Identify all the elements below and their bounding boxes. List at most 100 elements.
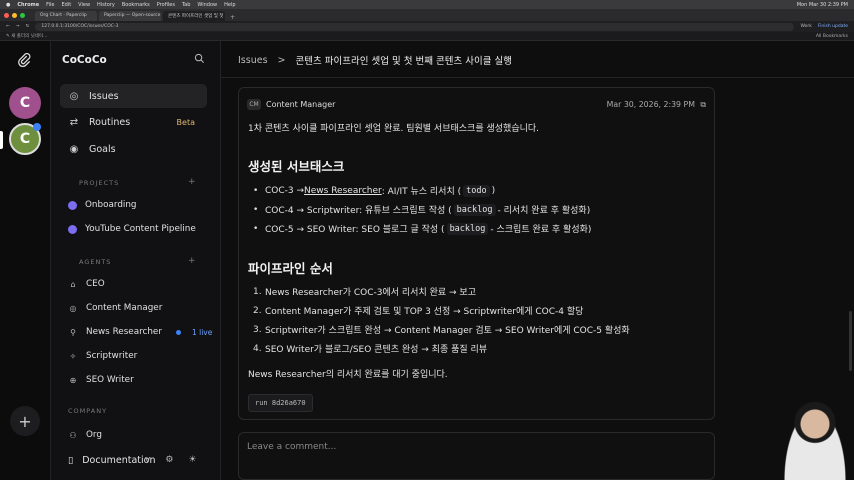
list-item: • COC-3 → News Researcher : AI/IT 뉴스 리서치… [253,184,495,197]
run-link-button[interactable]: run 8d26a670 [248,394,313,412]
close-window-button[interactable] [4,12,9,18]
documentation-link[interactable]: ▯ Documentation [68,455,155,466]
workspace-name[interactable]: CoCoCo [62,54,107,66]
live-indicator-dot [175,329,181,335]
add-company-button[interactable]: + [10,406,40,436]
zoom-window-button[interactable] [20,12,25,18]
list-item: 2. Content Manager가 주제 검토 및 TOP 3 선정 → Sc… [253,305,584,318]
live-badge: 1 live [191,327,213,337]
back-icon[interactable]: ← [6,24,10,29]
notification-dot [33,123,41,131]
sparkles-icon: ✧ [69,351,77,361]
step-text: Content Manager가 주제 검토 및 TOP 3 선정 → Scri… [265,307,584,317]
forward-icon[interactable]: → [16,24,20,29]
target-icon: ◉ [69,143,79,155]
menu-tab[interactable]: Tab [182,2,190,8]
subtask-text: COC-3 → [265,185,305,196]
step-text: News Researcher가 COC-3에서 리서치 완료 → 보고 [265,288,476,298]
project-label: YouTube Content Pipeline [85,224,196,234]
date-text: Mar 30, 2026, 2:39 PM [606,100,695,109]
copy-icon[interactable]: ⧉ [700,100,706,109]
bullet: • [253,185,259,196]
project-color-dot [68,200,77,210]
sidebar-item-issues[interactable]: ◎ Issues [60,84,207,108]
news-researcher-link[interactable]: News Researcher [304,186,382,196]
project-label: Onboarding [85,200,137,210]
agent-label: SEO Writer [86,375,134,385]
chevron-down-icon[interactable]: v [145,455,150,465]
search-icon[interactable] [194,53,205,67]
agent-label: CEO [86,279,105,289]
theme-toggle-icon[interactable]: ☀ [188,455,196,465]
browser-tab-active[interactable]: 콘텐츠 파이프라인 셋업 및 첫 번... [163,11,225,21]
comment-input[interactable]: Leave a comment... [238,432,715,480]
sidebar-item-agent-seo-writer[interactable]: ⊕ SEO Writer [68,375,218,385]
menu-profiles[interactable]: Profiles [157,2,175,8]
sidebar-item-agent-news-researcher[interactable]: ⚲ News Researcher 1 live [68,327,218,337]
status-code: todo [463,184,490,197]
list-item: • COC-5 → SEO Writer: SEO 블로그 글 작성 ( bac… [253,222,591,235]
company-avatar[interactable]: C [9,87,41,119]
gear-icon[interactable]: ⚙ [165,455,173,465]
add-agent-button[interactable]: + [188,256,196,266]
author-name: Content Manager [266,100,336,109]
apple-icon[interactable]: ● [6,2,10,8]
org-label: Org [86,430,102,440]
breadcrumb: Issues > 콘텐츠 파이프라인 셋업 및 첫 번째 콘텐츠 사이클 실행 [238,53,512,68]
sidebar-item-routines[interactable]: ⇄ Routines Beta [60,110,207,134]
webcam-overlay [780,400,850,480]
browser-tab-bar: Org Chart · Paperclip Paperclip — Open-s… [0,9,854,21]
address-bar[interactable]: 127.0.0.1:3100/COC/issues/COC-3 [35,22,795,31]
browser-tab[interactable]: Org Chart · Paperclip [35,11,97,21]
sidebar-item-agent-ceo[interactable]: ⌂ CEO [68,279,218,289]
menu-edit[interactable]: Edit [61,2,71,8]
comment-placeholder: Leave a comment... [247,442,337,452]
list-item: 1. News Researcher가 COC-3에서 리서치 완료 → 보고 [253,286,476,299]
comment-intro: 1차 콘텐츠 사이클 파이프라인 셋업 완료. 팀원별 서브태스크를 생성했습니… [248,124,540,134]
sidebar-item-agent-scriptwriter[interactable]: ✧ Scriptwriter [68,351,218,361]
sidebar-item-agent-content-manager[interactable]: ◎ Content Manager [68,303,218,313]
browser-tab[interactable]: Paperclip — Open-source or... [99,11,161,21]
bullet: • [253,204,259,215]
url-text: 127.0.0.1:3100/COC/issues/COC-3 [41,24,119,29]
comment-author[interactable]: CM Content Manager [247,99,335,110]
sidebar-item-project-onboarding[interactable]: Onboarding [68,200,218,210]
window-controls [4,9,25,21]
issues-icon: ◎ [69,90,79,102]
browser-toolbar: ← → ↻ 127.0.0.1:3100/COC/issues/COC-3 Wo… [0,21,854,32]
bot-icon: ⌂ [70,279,76,289]
work-profile-button[interactable]: Work [800,24,811,29]
menu-view[interactable]: View [78,2,90,8]
menu-bookmarks[interactable]: Bookmarks [122,2,150,8]
company-avatar-active[interactable]: C [9,123,41,155]
list-item: 4. SEO Writer가 블로그/SEO 콘텐츠 완성 → 최종 품질 리뷰 [253,343,488,356]
scrollbar[interactable] [849,311,852,371]
clock[interactable]: Mon Mar 30 2:39 PM [797,2,848,8]
sidebar-item-org[interactable]: ⚇ Org [68,430,218,440]
reload-icon[interactable]: ↻ [26,24,30,29]
finish-update-button[interactable]: Finish update [818,24,848,29]
minimize-window-button[interactable] [12,12,17,18]
routines-icon: ⇄ [69,116,79,128]
menu-file[interactable]: File [46,2,54,8]
add-project-button[interactable]: + [188,177,196,187]
subtask-text: COC-5 → SEO Writer: SEO 블로그 글 작성 ( [265,225,445,235]
status-code: backlog [446,222,489,235]
menu-window[interactable]: Window [197,2,217,8]
menu-help[interactable]: Help [224,2,235,8]
list-item: 3. Scriptwriter가 스크립트 완성 → Content Manage… [253,324,630,337]
sidebar-item-goals[interactable]: ◉ Goals [60,137,207,161]
sidebar-item-project-youtube[interactable]: YouTube Content Pipeline [68,224,218,234]
sidebar-item-label: Routines [89,116,131,128]
paperclip-logo-icon[interactable] [17,52,31,71]
company-rail: C C + [0,41,51,480]
subtask-text: : AI/IT 뉴스 리서치 ( [381,187,462,197]
bookmark-item[interactable]: ✎ 새 폴더의 닛네이... [6,33,47,39]
all-bookmarks-button[interactable]: All Bookmarks [816,34,848,39]
subtask-text: ) [491,185,496,196]
breadcrumb-issues-link[interactable]: Issues [238,55,268,66]
menu-history[interactable]: History [97,2,115,8]
avatar: CM [247,99,261,110]
new-tab-icon[interactable]: + [230,14,235,21]
app-menu[interactable]: Chrome [17,2,39,8]
